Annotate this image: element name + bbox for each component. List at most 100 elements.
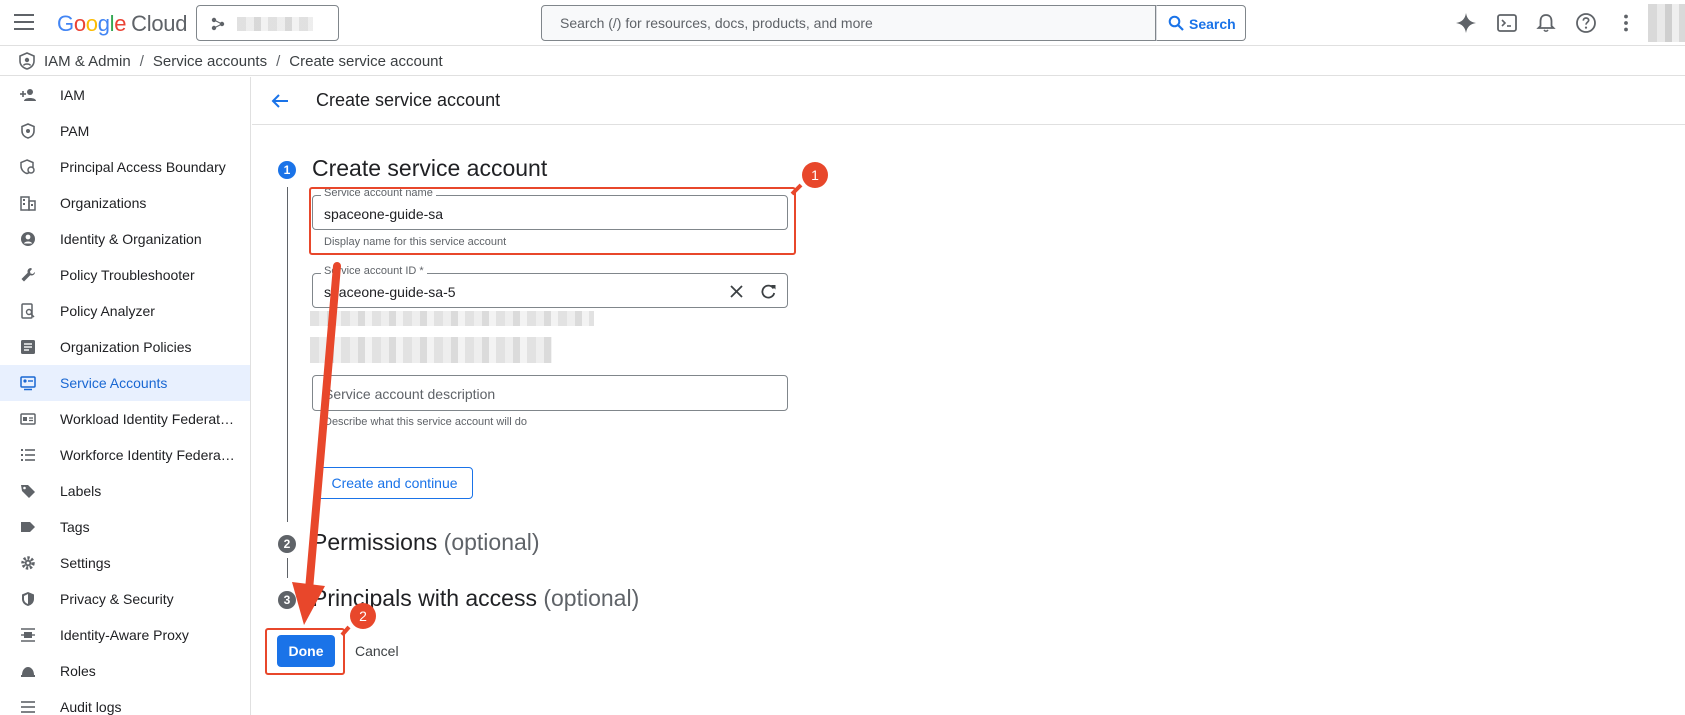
sidebar-item-identity-aware-proxy[interactable]: Identity-Aware Proxy bbox=[0, 617, 250, 653]
cancel-button[interactable]: Cancel bbox=[355, 643, 399, 659]
search-button-label: Search bbox=[1189, 16, 1236, 32]
document-search-icon bbox=[21, 303, 35, 319]
audit-icon bbox=[21, 701, 35, 713]
redacted-email-text bbox=[310, 337, 552, 363]
sidebar-item-label: Audit logs bbox=[60, 699, 122, 715]
breadcrumb-service-accounts[interactable]: Service accounts bbox=[153, 53, 267, 70]
sidebar-item-identity-organization[interactable]: Identity & Organization bbox=[0, 221, 250, 257]
sidebar-item-label: Workforce Identity Federa… bbox=[60, 447, 235, 463]
sidebar-item-policy-analyzer[interactable]: Policy Analyzer bbox=[0, 293, 250, 329]
step-2-optional: (optional) bbox=[443, 529, 540, 555]
list-document-icon bbox=[21, 340, 35, 354]
more-vert-icon[interactable] bbox=[1615, 12, 1637, 34]
annotation-highlight-name-field bbox=[309, 187, 796, 255]
google-cloud-logo[interactable]: Google Cloud bbox=[57, 11, 187, 37]
account-avatar[interactable] bbox=[1648, 4, 1685, 42]
step-1-title-text: Create service account bbox=[312, 155, 548, 181]
step-2-title-text: Permissions bbox=[312, 529, 438, 555]
tag-icon bbox=[21, 522, 35, 532]
clear-icon[interactable] bbox=[729, 284, 744, 299]
step-1-title[interactable]: Create service account bbox=[312, 155, 547, 182]
annotation-badge-1: 1 bbox=[802, 162, 828, 188]
step-connector bbox=[287, 558, 288, 578]
back-arrow-icon[interactable] bbox=[270, 91, 290, 111]
annotation-badge-2: 2 bbox=[350, 603, 376, 629]
step-2-indicator: 2 bbox=[278, 535, 296, 553]
sidebar-nav: IAM PAM Principal Access Boundary Organi… bbox=[0, 77, 251, 715]
breadcrumb: IAM & Admin / Service accounts / Create serv… bbox=[0, 47, 1685, 76]
sidebar-item-label: Policy Troubleshooter bbox=[60, 267, 195, 283]
project-picker[interactable] bbox=[196, 5, 339, 41]
main-menu-icon[interactable] bbox=[14, 14, 34, 30]
help-icon[interactable] bbox=[1575, 12, 1597, 34]
sidebar-item-tags[interactable]: Tags bbox=[0, 509, 250, 545]
sidebar-item-roles[interactable]: Roles bbox=[0, 653, 250, 689]
breadcrumb-iam-admin[interactable]: IAM & Admin bbox=[44, 53, 131, 70]
sidebar-item-label: Tags bbox=[60, 519, 90, 535]
sidebar-item-label: Identity & Organization bbox=[60, 231, 202, 247]
step-3-indicator: 3 bbox=[278, 591, 296, 609]
refresh-icon[interactable] bbox=[760, 283, 777, 300]
sidebar-item-label: Organization Policies bbox=[60, 339, 192, 355]
notifications-bell-icon[interactable] bbox=[1535, 12, 1557, 34]
sidebar-item-labels[interactable]: Labels bbox=[0, 473, 250, 509]
sidebar-item-label: IAM bbox=[60, 87, 85, 103]
gear-icon bbox=[21, 556, 35, 570]
sidebar-item-label: Policy Analyzer bbox=[60, 303, 155, 319]
sidebar-item-policy-troubleshooter[interactable]: Policy Troubleshooter bbox=[0, 257, 250, 293]
search-button[interactable]: Search bbox=[1156, 5, 1246, 41]
service-account-icon bbox=[20, 376, 36, 391]
person-add-icon bbox=[20, 89, 36, 101]
page-title: Create service account bbox=[316, 90, 501, 110]
breadcrumb-separator: / bbox=[276, 53, 281, 70]
sidebar-item-iam[interactable]: IAM bbox=[0, 77, 250, 113]
sidebar-item-label: Organizations bbox=[60, 195, 147, 211]
badge-icon bbox=[20, 413, 36, 425]
shield-icon bbox=[21, 123, 35, 139]
sidebar-item-pam[interactable]: PAM bbox=[0, 113, 250, 149]
sidebar-item-workload-identity-federation[interactable]: Workload Identity Federat… bbox=[0, 401, 250, 437]
sidebar-item-organization-policies[interactable]: Organization Policies bbox=[0, 329, 250, 365]
sidebar-item-label: Workload Identity Federat… bbox=[60, 411, 235, 427]
wrench-icon bbox=[21, 268, 35, 282]
gemini-icon[interactable] bbox=[1455, 12, 1477, 34]
service-account-id-value: spaceone-guide-sa-5 bbox=[324, 284, 456, 300]
policy-icon bbox=[20, 159, 35, 175]
search-input[interactable] bbox=[542, 6, 1155, 40]
redacted-email-text bbox=[310, 311, 594, 326]
building-icon bbox=[20, 196, 36, 211]
step-3-optional: (optional) bbox=[543, 585, 640, 611]
sidebar-item-service-accounts[interactable]: Service Accounts bbox=[0, 365, 250, 401]
service-account-id-label: Service account ID * bbox=[321, 265, 427, 277]
top-bar: Google Cloud Search bbox=[0, 0, 1685, 46]
sidebar-item-privacy-security[interactable]: Privacy & Security bbox=[0, 581, 250, 617]
step-2-title[interactable]: Permissions (optional) bbox=[312, 529, 540, 556]
step-1-indicator: 1 bbox=[278, 161, 296, 179]
create-and-continue-button[interactable]: Create and continue bbox=[316, 467, 473, 499]
logo-product: Cloud bbox=[131, 11, 188, 36]
sidebar-item-label: Service Accounts bbox=[60, 375, 168, 391]
cloud-shell-icon[interactable] bbox=[1496, 12, 1518, 34]
sidebar-item-principal-access-boundary[interactable]: Principal Access Boundary bbox=[0, 149, 250, 185]
sidebar-item-label: Settings bbox=[60, 555, 111, 571]
sidebar-item-label: Principal Access Boundary bbox=[60, 159, 226, 175]
account-circle-icon bbox=[21, 232, 35, 246]
security-shield-icon bbox=[22, 592, 34, 606]
sidebar-item-label: Labels bbox=[60, 483, 102, 499]
sidebar-item-audit-logs[interactable]: Audit logs bbox=[0, 689, 250, 715]
logo-google: Google bbox=[57, 11, 127, 36]
sidebar-item-label: Roles bbox=[60, 663, 96, 679]
sidebar-item-settings[interactable]: Settings bbox=[0, 545, 250, 581]
service-account-id-field[interactable]: Service account ID * spaceone-guide-sa-5 bbox=[312, 265, 788, 308]
search-box[interactable] bbox=[541, 5, 1156, 41]
sidebar-item-workforce-identity-federation[interactable]: Workforce Identity Federa… bbox=[0, 437, 250, 473]
step-connector bbox=[287, 187, 288, 522]
roles-icon bbox=[21, 667, 35, 677]
sidebar-item-organizations[interactable]: Organizations bbox=[0, 185, 250, 221]
sidebar-item-label: PAM bbox=[60, 123, 90, 139]
page-header: Create service account bbox=[252, 77, 1685, 125]
proxy-icon bbox=[21, 628, 35, 642]
breadcrumb-create-service-account: Create service account bbox=[289, 53, 443, 70]
annotation-highlight-done-button bbox=[265, 628, 345, 675]
service-account-description-field[interactable]: Service account description bbox=[312, 375, 788, 411]
